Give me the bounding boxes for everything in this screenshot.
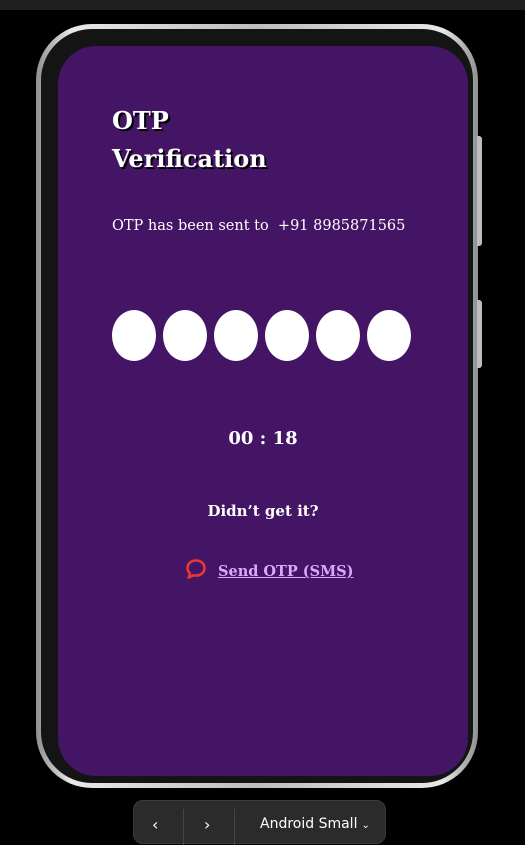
phone-bezel: OTP Verification OTP has been sent to +9… xyxy=(41,29,473,783)
otp-digit-6[interactable] xyxy=(367,310,411,361)
otp-screen: OTP Verification OTP has been sent to +9… xyxy=(58,46,468,776)
chevron-left-icon[interactable]: ‹ xyxy=(152,815,158,835)
otp-digit-2[interactable] xyxy=(163,310,207,361)
page-title: OTP Verification xyxy=(112,102,267,178)
phone-frame: OTP Verification OTP has been sent to +9… xyxy=(36,24,482,788)
otp-digit-1[interactable] xyxy=(112,310,156,361)
send-otp-link[interactable]: Send OTP (SMS) xyxy=(218,563,354,580)
otp-sent-message: OTP has been sent to +91 8985871565 xyxy=(112,218,406,234)
countdown-timer: 00 : 18 xyxy=(228,428,298,449)
phone-side-button xyxy=(477,136,482,246)
toolbar-divider xyxy=(183,809,184,845)
device-preview-toolbar: ‹ › Android Small ⌄ xyxy=(133,800,386,845)
otp-digit-4[interactable] xyxy=(265,310,309,361)
device-size-dropdown[interactable]: Android Small ⌄ xyxy=(260,816,370,832)
title-line-1: OTP xyxy=(112,106,169,135)
device-label: Android Small xyxy=(260,816,358,832)
resend-prompt: Didn’t get it? xyxy=(207,502,319,520)
chevron-right-icon[interactable]: › xyxy=(204,815,210,835)
chevron-down-icon: ⌄ xyxy=(361,820,370,831)
toolbar-divider xyxy=(234,809,235,845)
phone-side-button xyxy=(477,300,482,368)
send-otp-sms-button[interactable]: Send OTP (SMS) xyxy=(184,557,354,586)
title-line-2: Verification xyxy=(112,144,267,173)
otp-input-group xyxy=(112,310,411,361)
message-bubble-icon xyxy=(184,557,208,586)
top-bar xyxy=(0,0,525,10)
otp-digit-5[interactable] xyxy=(316,310,360,361)
otp-digit-3[interactable] xyxy=(214,310,258,361)
